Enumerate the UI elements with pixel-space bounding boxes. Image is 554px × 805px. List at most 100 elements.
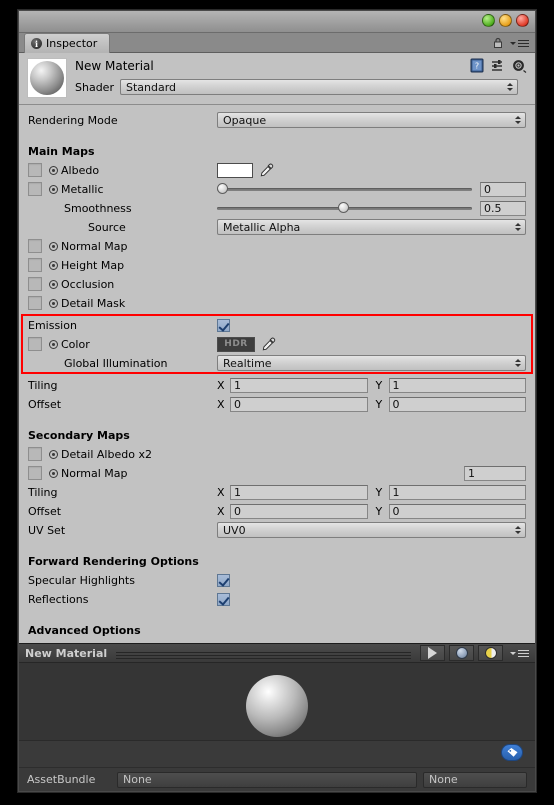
detail-albedo-label-group: Detail Albedo x2	[49, 448, 152, 461]
chevron-updown-icon	[515, 526, 521, 534]
detail-albedo-texture-slot[interactable]	[28, 447, 42, 461]
main-tiling-label: Tiling	[28, 378, 58, 392]
secondary-tiling-x-field[interactable]: 1	[230, 484, 368, 500]
preview-lighting-button[interactable]	[478, 645, 503, 661]
row-secondary-tiling: Tiling X 1 Y 1	[28, 483, 526, 501]
albedo-label-group: Albedo	[49, 164, 99, 177]
tab-options-menu[interactable]	[510, 38, 529, 49]
tab-inspector[interactable]: i Inspector	[24, 33, 110, 53]
source-dropdown[interactable]: Metallic Alpha	[217, 219, 526, 235]
secondary-maps-heading: Secondary Maps	[28, 429, 130, 442]
preview-options-menu[interactable]	[507, 648, 532, 659]
row-gpu-instancing: Enable GPU Instancing	[28, 640, 526, 643]
eyedropper-icon[interactable]	[259, 163, 274, 178]
emission-texture-slot[interactable]	[28, 337, 42, 351]
detail-mask-texture-slot[interactable]	[28, 296, 42, 310]
tag-button[interactable]	[501, 744, 523, 761]
slider-knob[interactable]	[338, 202, 349, 213]
preset-icon[interactable]	[491, 59, 505, 72]
row-uv-set: UV Set UV0	[28, 521, 526, 539]
sec-tiling-x-label: X	[217, 485, 225, 499]
maximize-button[interactable]	[482, 14, 495, 27]
global-illumination-dropdown[interactable]: Realtime	[217, 355, 526, 371]
main-offset-y-field[interactable]: 0	[388, 396, 526, 412]
secondary-normal-map-scale-field[interactable]: 1	[464, 465, 526, 481]
row-albedo: Albedo	[28, 161, 526, 179]
sec-tiling-y-label: Y	[375, 485, 383, 499]
albedo-color-swatch[interactable]	[217, 162, 253, 178]
row-emission: Emission	[28, 316, 526, 334]
secondary-offset-y-field[interactable]: 0	[388, 503, 526, 519]
emission-hdr-color-swatch[interactable]: HDR	[217, 336, 255, 352]
preview-stage[interactable]	[19, 663, 535, 741]
normal-map-label-group: Normal Map	[49, 240, 128, 253]
row-rendering-mode: Rendering Mode Opaque	[28, 111, 526, 129]
height-map-texture-slot[interactable]	[28, 258, 42, 272]
main-offset-x-field[interactable]: 0	[230, 396, 368, 412]
shader-label: Shader	[75, 80, 114, 94]
row-smoothness: Smoothness 0.5	[28, 199, 526, 217]
secondary-tiling-y-field[interactable]: 1	[388, 484, 526, 500]
secondary-normal-map-texture-slot[interactable]	[28, 466, 42, 480]
gpu-instancing-checkbox[interactable]	[217, 642, 230, 643]
metallic-value-field[interactable]: 0	[480, 181, 526, 197]
target-icon	[49, 298, 58, 308]
chevron-updown-icon	[515, 116, 521, 124]
tiling-y-label: Y	[375, 378, 383, 392]
rendering-mode-value: Opaque	[223, 113, 267, 127]
row-reflections: Reflections	[28, 590, 526, 608]
tab-inspector-label: Inspector	[46, 37, 98, 50]
secondary-offset-x-field[interactable]: 0	[230, 503, 368, 519]
reflections-label: Reflections	[28, 592, 89, 606]
emission-color-label-group: Color	[49, 338, 90, 351]
normal-map-label: Normal Map	[61, 239, 128, 253]
asset-bundle-variant-dropdown[interactable]: None	[423, 771, 527, 788]
preview-play-button[interactable]	[420, 645, 445, 661]
sphere-icon	[455, 647, 468, 659]
row-global-illumination: Global Illumination Realtime	[28, 354, 526, 372]
specular-highlights-checkbox[interactable]	[217, 573, 230, 587]
albedo-texture-slot[interactable]	[28, 163, 42, 177]
menu-icon	[518, 648, 529, 659]
metallic-texture-slot[interactable]	[28, 182, 42, 196]
normal-map-texture-slot[interactable]	[28, 239, 42, 253]
offset-x-label: X	[217, 397, 225, 411]
source-value: Metallic Alpha	[223, 220, 301, 234]
inspector-window: i Inspector New Material Shader Standard	[18, 10, 536, 792]
preview-title: New Material	[25, 646, 108, 660]
main-tiling-x-field[interactable]: 1	[230, 377, 368, 393]
slider-knob[interactable]	[217, 183, 228, 194]
preview-drag-handle[interactable]	[116, 650, 411, 659]
minimize-button[interactable]	[499, 14, 512, 27]
target-icon	[49, 241, 58, 251]
uv-set-dropdown[interactable]: UV0	[217, 522, 526, 538]
occlusion-texture-slot[interactable]	[28, 277, 42, 291]
menu-icon	[518, 38, 529, 49]
rendering-mode-dropdown[interactable]: Opaque	[217, 112, 526, 128]
specular-highlights-label: Specular Highlights	[28, 573, 135, 587]
main-tiling-y-field[interactable]: 1	[388, 377, 526, 393]
smoothness-value-field[interactable]: 0.5	[480, 200, 526, 216]
reflections-checkbox[interactable]	[217, 592, 230, 606]
smoothness-slider[interactable]	[217, 201, 472, 215]
close-button[interactable]	[516, 14, 529, 27]
row-height-map: Height Map	[28, 256, 526, 274]
chevron-down-icon	[510, 42, 516, 45]
detail-albedo-label: Detail Albedo x2	[61, 447, 152, 461]
eyedropper-icon[interactable]	[261, 337, 276, 352]
asset-bundle-name-dropdown[interactable]: None	[117, 771, 417, 788]
metallic-label: Metallic	[61, 182, 104, 196]
source-label: Source	[88, 220, 126, 234]
emission-checkbox[interactable]	[217, 318, 230, 332]
row-metallic: Metallic 0	[28, 180, 526, 198]
global-illumination-label: Global Illumination	[64, 356, 168, 370]
metallic-slider[interactable]	[217, 182, 472, 196]
lock-icon[interactable]	[493, 37, 503, 49]
preview-shape-button[interactable]	[449, 645, 474, 661]
occlusion-label-group: Occlusion	[49, 278, 114, 291]
gear-icon[interactable]	[512, 59, 527, 73]
shader-dropdown[interactable]: Standard	[119, 79, 518, 95]
play-icon	[428, 647, 437, 659]
help-book-icon[interactable]: ?	[470, 58, 484, 73]
material-header: New Material Shader Standard ?	[19, 53, 535, 105]
